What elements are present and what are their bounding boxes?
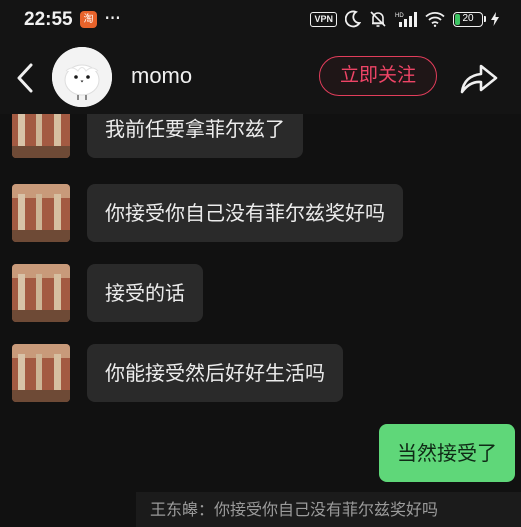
bell-off-icon (370, 11, 386, 27)
sender-avatar[interactable] (12, 264, 70, 322)
moon-icon (345, 10, 361, 28)
back-button[interactable] (10, 60, 42, 96)
sender-avatar[interactable] (12, 114, 70, 158)
share-button[interactable] (458, 60, 500, 96)
message-bubble-incoming[interactable]: 我前任要拿菲尔兹了 (87, 114, 303, 158)
svg-text:HD: HD (395, 13, 404, 19)
temple-pillars-avatar-image (12, 184, 70, 242)
sender-avatar[interactable] (12, 344, 70, 402)
status-indicators: VPN HD 20 (310, 10, 499, 28)
sender-avatar[interactable] (12, 184, 70, 242)
wifi-icon (425, 12, 445, 27)
contact-avatar[interactable] (52, 47, 112, 107)
share-arrow-icon (460, 64, 498, 94)
message-list[interactable]: 我前任要拿菲尔兹了 你接受你自己没有菲尔兹奖好吗 接受的话 你能接受然后好好生活… (0, 114, 521, 527)
quoted-message[interactable]: 王东皞：你接受你自己没有菲尔兹奖好吗 (136, 492, 521, 527)
message-bubble-incoming[interactable]: 你接受你自己没有菲尔兹奖好吗 (87, 184, 403, 242)
chat-header: momo 立即关注 (0, 40, 521, 114)
status-time: 22:55 (24, 9, 73, 30)
temple-pillars-avatar-image (12, 114, 70, 158)
temple-pillars-avatar-image (12, 344, 70, 402)
vpn-badge: VPN (310, 11, 337, 27)
bolt-icon (491, 12, 499, 26)
white-bird-avatar-image (52, 47, 112, 107)
more-notifications-icon: ··· (104, 6, 121, 30)
battery-indicator: 20 (453, 11, 486, 27)
chevron-left-icon (17, 63, 33, 93)
battery-percentage: 20 (462, 12, 474, 24)
status-bar: 22:55 淘 ··· VPN HD 20 (0, 0, 521, 40)
message-bubble-incoming[interactable]: 你能接受然后好好生活吗 (87, 344, 343, 402)
follow-button[interactable]: 立即关注 (319, 56, 437, 96)
message-bubble-outgoing[interactable]: 当然接受了 (379, 424, 515, 482)
taobao-app-icon: 淘 (80, 11, 97, 28)
message-bubble-incoming[interactable]: 接受的话 (87, 264, 203, 322)
temple-pillars-avatar-image (12, 264, 70, 322)
contact-name: momo (131, 63, 193, 88)
signal-icon: HD (395, 12, 417, 27)
battery-tip (484, 15, 486, 22)
